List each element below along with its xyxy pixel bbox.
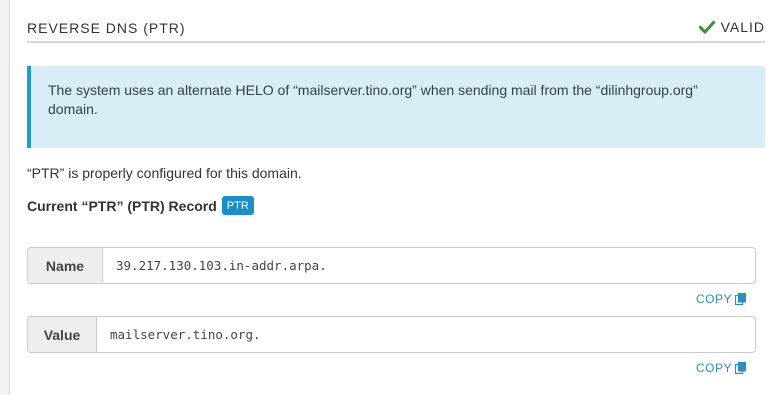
section-header: REVERSE DNS (PTR) VALID	[27, 0, 765, 43]
value-value[interactable]: mailserver.tino.org.	[97, 317, 755, 352]
reverse-dns-panel: REVERSE DNS (PTR) VALID The system uses …	[9, 0, 784, 395]
alert-text: The system uses an alternate HELO of “ma…	[48, 82, 698, 117]
name-field: Name 39.217.130.103.in-addr.arpa.	[27, 247, 756, 284]
record-title-text: Current “PTR” (PTR) Record	[27, 197, 217, 214]
copy-icon	[735, 362, 746, 374]
copy-name-button[interactable]: COPY	[696, 292, 746, 306]
value-field: Value mailserver.tino.org.	[27, 316, 756, 353]
value-label: Value	[28, 317, 97, 352]
check-icon	[698, 20, 715, 34]
name-label: Name	[28, 248, 103, 283]
info-alert: The system uses an alternate HELO of “ma…	[27, 66, 765, 148]
copy-value-label: COPY	[695, 361, 732, 375]
configured-message: “PTR” is properly configured for this do…	[27, 165, 302, 181]
status-indicator: VALID	[698, 19, 765, 35]
status-label: VALID	[720, 19, 765, 35]
copy-name-label: COPY	[695, 292, 732, 306]
record-title: Current “PTR” (PTR) Record PTR	[27, 196, 254, 215]
copy-value-button[interactable]: COPY	[696, 361, 746, 375]
copy-icon	[735, 293, 746, 305]
name-value[interactable]: 39.217.130.103.in-addr.arpa.	[103, 248, 755, 283]
section-title: REVERSE DNS (PTR)	[27, 20, 186, 36]
record-type-badge: PTR	[221, 196, 254, 215]
